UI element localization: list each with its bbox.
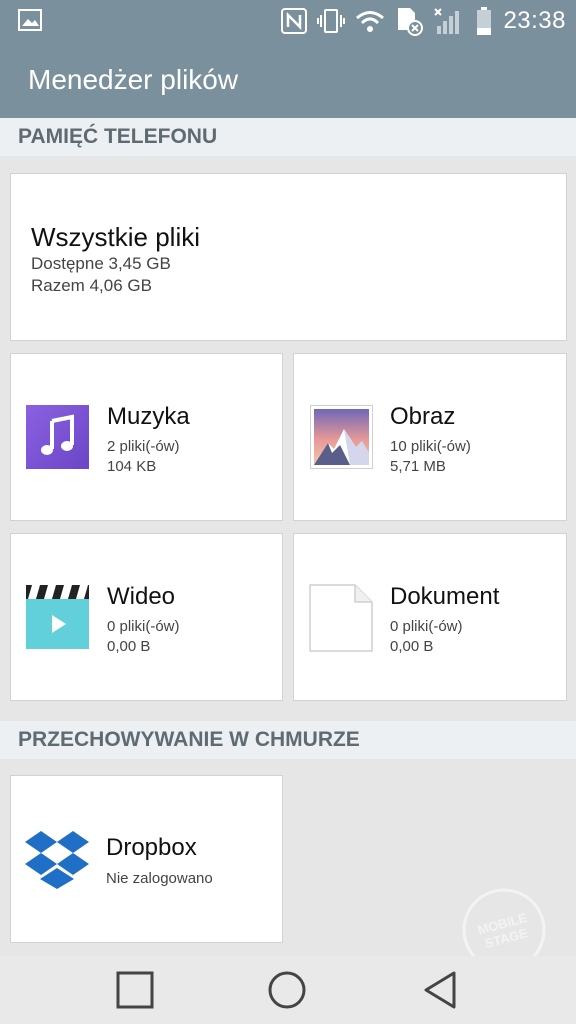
category-count: 0 pliki(-ów) (390, 618, 463, 635)
category-card-image[interactable]: Obraz 10 pliki(-ów) 5,71 MB (293, 353, 567, 521)
category-count: 2 pliki(-ów) (107, 438, 180, 455)
category-name: Wideo (107, 583, 176, 610)
battery-icon (475, 6, 493, 36)
nfc-icon (281, 8, 308, 34)
status-icons: 23:38 (281, 0, 566, 42)
category-name: Muzyka (107, 403, 190, 430)
all-files-title: Wszystkie pliki (31, 222, 201, 252)
dropbox-icon (25, 830, 89, 890)
home-button[interactable] (267, 970, 307, 1010)
category-count: 0 pliki(-ów) (107, 618, 180, 635)
category-name: Dokument (390, 583, 500, 610)
cloud-service-name: Dropbox (106, 834, 197, 861)
category-size: 0,00 B (107, 638, 151, 655)
video-icon (26, 585, 89, 649)
music-icon (26, 405, 89, 469)
wifi-icon (355, 9, 385, 33)
section-title: PAMIĘĆ TELEFONU (18, 125, 218, 148)
section-title: PRZECHOWYWANIE W CHMURZE (18, 728, 360, 751)
sim-icon (395, 6, 424, 36)
category-name: Obraz (390, 403, 456, 430)
category-card-video[interactable]: Wideo 0 pliki(-ów) 0,00 B (10, 533, 283, 701)
category-card-document[interactable]: Dokument 0 pliki(-ów) 0,00 B (293, 533, 567, 701)
category-size: 0,00 B (390, 638, 434, 655)
vibrate-icon (317, 7, 346, 35)
clock: 23:38 (503, 7, 566, 34)
app-bar: Menedżer plików (0, 42, 576, 118)
document-icon (309, 584, 373, 652)
category-card-music[interactable]: Muzyka 2 pliki(-ów) 104 KB (10, 353, 283, 521)
all-files-card[interactable]: Wszystkie pliki Dostępne 3,45 GB Razem 4… (10, 173, 567, 341)
cloud-service-status: Nie zalogowano (106, 870, 213, 887)
category-count: 10 pliki(-ów) (390, 438, 471, 455)
section-header-phone: PAMIĘĆ TELEFONU (0, 118, 576, 156)
storage-available: Dostępne 3,45 GB (31, 254, 171, 273)
signal-icon (433, 6, 465, 36)
category-size: 104 KB (107, 458, 157, 475)
image-notification-icon (18, 9, 42, 31)
back-button[interactable] (420, 970, 460, 1010)
status-bar: 23:38 (0, 0, 576, 42)
recent-apps-button[interactable] (115, 970, 155, 1010)
cloud-card-dropbox[interactable]: Dropbox Nie zalogowano (10, 775, 283, 943)
storage-total: Razem 4,06 GB (31, 276, 152, 295)
image-icon (310, 405, 373, 469)
section-header-cloud: PRZECHOWYWANIE W CHMURZE (0, 721, 576, 759)
navigation-bar (0, 956, 576, 1024)
category-size: 5,71 MB (390, 458, 446, 475)
page-title: Menedżer plików (28, 64, 239, 95)
